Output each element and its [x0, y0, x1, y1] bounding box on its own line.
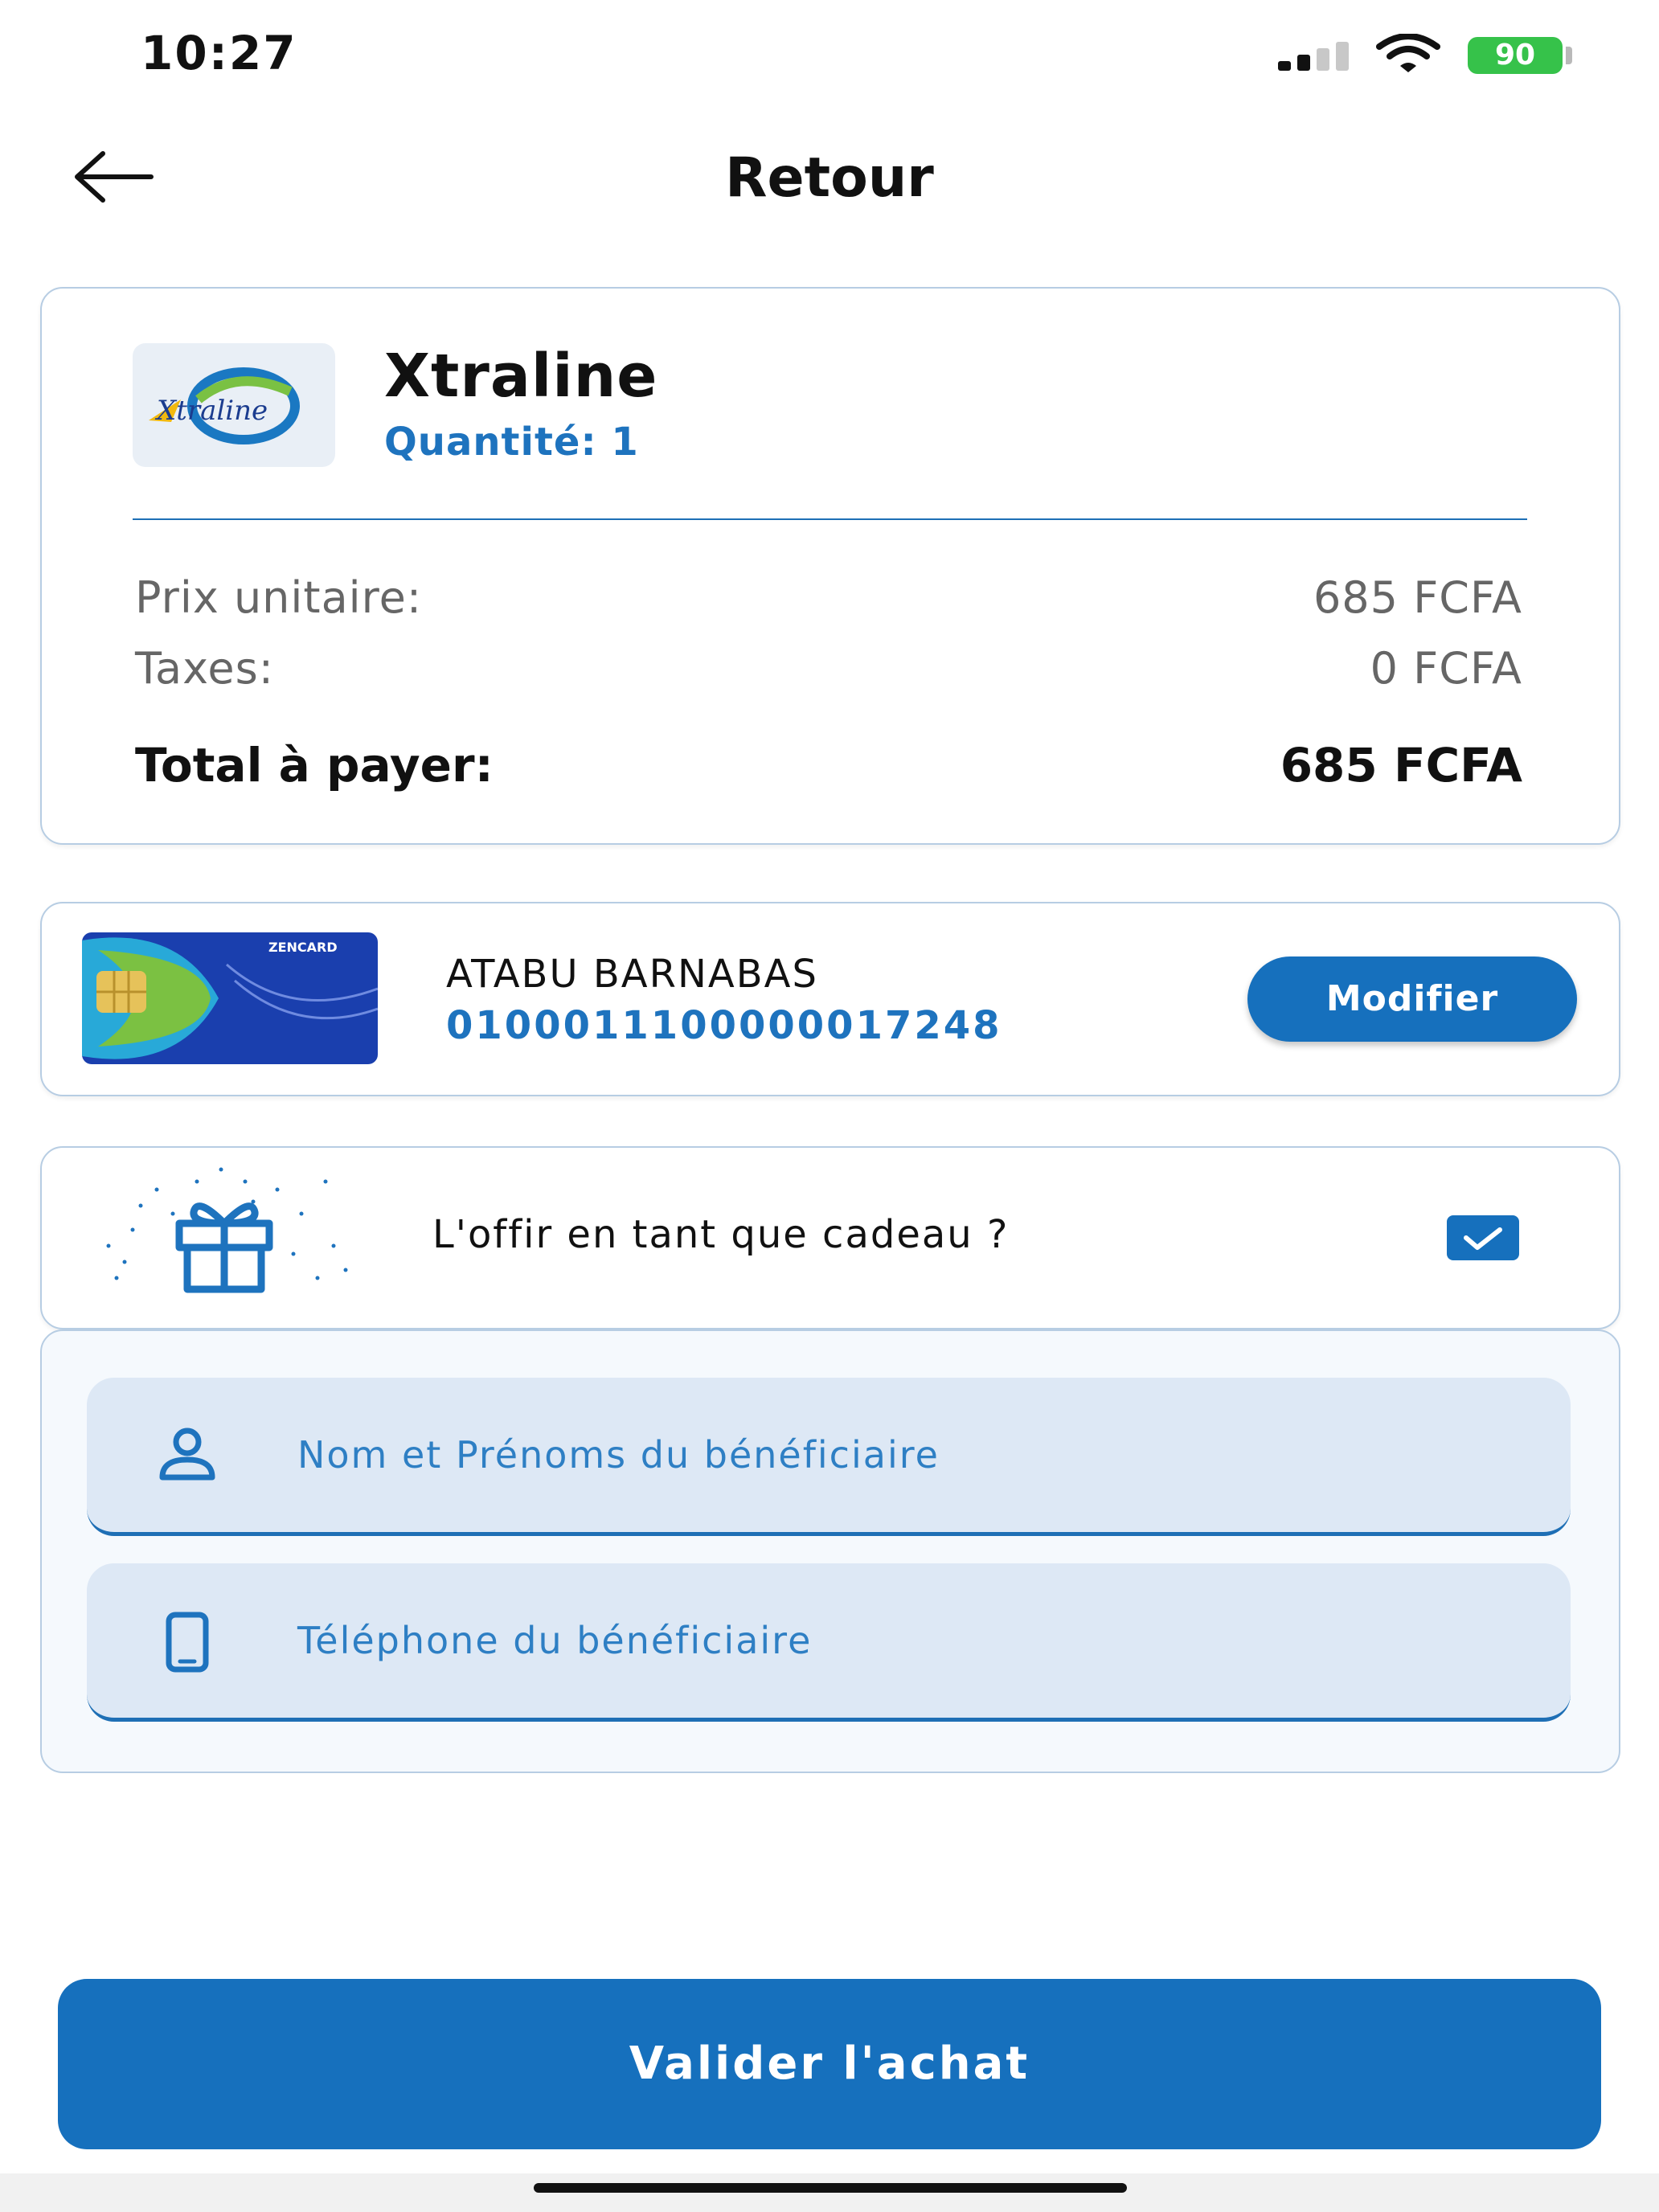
beneficiary-phone-field[interactable]: Téléphone du bénéficiaire — [87, 1563, 1571, 1722]
divider — [133, 518, 1527, 520]
modify-button[interactable]: Modifier — [1247, 956, 1577, 1042]
phone-icon — [166, 1612, 209, 1673]
unit-price-label: Prix unitaire: — [135, 572, 423, 623]
total-label: Total à payer: — [135, 738, 494, 793]
wifi-icon — [1376, 34, 1440, 72]
battery-level: 90 — [1494, 39, 1536, 72]
taxes-label: Taxes: — [135, 643, 274, 694]
gift-icon — [106, 1167, 348, 1293]
checkmark-icon — [1464, 1227, 1502, 1250]
validate-purchase-button[interactable]: Valider l'achat — [58, 1979, 1601, 2149]
gift-question: L'offir en tant que cadeau ? — [432, 1212, 1010, 1257]
status-time: 10:27 — [141, 26, 297, 80]
zencard-brand-text: ZENCARD — [268, 940, 338, 955]
battery-cap — [1566, 47, 1572, 64]
beneficiary-name-field[interactable]: Nom et Prénoms du bénéficiaire — [87, 1378, 1571, 1536]
card-number: 0100011100000017248 — [446, 1003, 1002, 1048]
beneficiary-phone-placeholder: Téléphone du bénéficiaire — [297, 1619, 813, 1662]
product-logo-text: Xtraline — [154, 395, 268, 427]
zencard-image: ZENCARD — [82, 932, 378, 1064]
product-name: Xtraline — [384, 342, 658, 411]
card-holder-name: ATABU BARNABAS — [446, 952, 818, 997]
taxes-value: 0 FCFA — [1370, 643, 1522, 694]
bottom-safe-area — [0, 2173, 1659, 2212]
home-indicator[interactable] — [534, 2183, 1127, 2193]
cellular-signal-icon — [1278, 40, 1352, 71]
product-logo: Xtraline — [133, 343, 335, 467]
gift-checkbox[interactable] — [1447, 1215, 1519, 1260]
page-title: Retour — [725, 146, 934, 210]
battery-icon: 90 — [1468, 37, 1563, 74]
beneficiary-name-placeholder: Nom et Prénoms du bénéficiaire — [297, 1433, 940, 1477]
user-icon — [159, 1428, 215, 1481]
unit-price-value: 685 FCFA — [1313, 572, 1522, 623]
product-quantity: Quantité: 1 — [384, 420, 639, 465]
total-value: 685 FCFA — [1280, 738, 1522, 793]
